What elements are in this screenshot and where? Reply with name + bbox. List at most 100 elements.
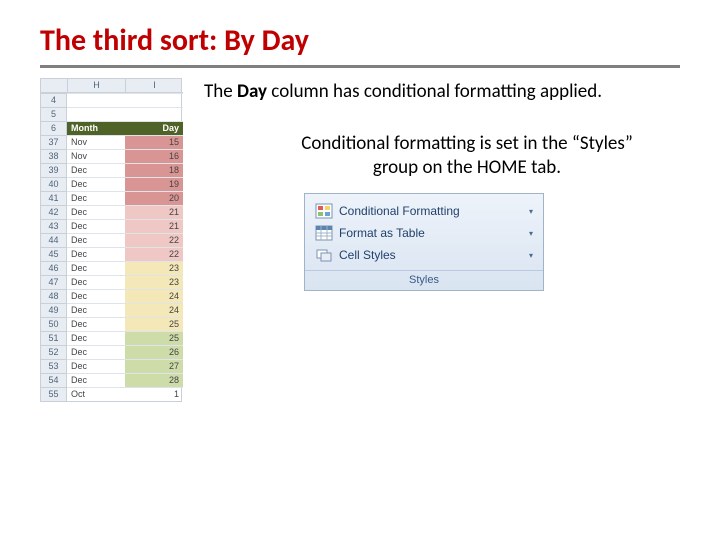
row-number: 49	[41, 303, 67, 317]
table-row: 40Dec19	[41, 177, 181, 191]
title-rule	[40, 65, 680, 68]
table-row: 45Dec22	[41, 247, 181, 261]
col-h: H	[67, 79, 125, 93]
cell-day	[125, 107, 183, 121]
table-row: 47Dec23	[41, 275, 181, 289]
cell-day: 26	[125, 345, 183, 359]
row-number: 41	[41, 191, 67, 205]
cell-day: Day	[125, 121, 183, 135]
row-number: 55	[41, 387, 67, 401]
table-row: 55Oct1	[41, 387, 181, 401]
cell-month: Dec	[67, 275, 125, 289]
table-row: 46Dec23	[41, 261, 181, 275]
cell-day: 15	[125, 135, 183, 149]
table-row: 51Dec25	[41, 331, 181, 345]
cell-month: Dec	[67, 233, 125, 247]
row-number: 52	[41, 345, 67, 359]
table-header-row: 6MonthDay	[41, 121, 181, 135]
row-number: 5	[41, 107, 67, 121]
cell-month: Month	[67, 121, 125, 135]
cell-styles-icon	[315, 247, 333, 263]
cell-month: Dec	[67, 177, 125, 191]
cell-month: Dec	[67, 163, 125, 177]
table-row: 44Dec22	[41, 233, 181, 247]
cell-month: Dec	[67, 247, 125, 261]
row-number: 43	[41, 219, 67, 233]
cell-day: 16	[125, 149, 183, 163]
cell-day: 1	[125, 387, 183, 401]
table-row: 54Dec28	[41, 373, 181, 387]
ribbon-item-label: Cell Styles	[339, 248, 523, 262]
table-row: 53Dec27	[41, 359, 181, 373]
row-number: 40	[41, 177, 67, 191]
cell-day: 21	[125, 219, 183, 233]
cell-day	[125, 93, 183, 107]
spreadsheet-snippet: H I 456MonthDay37Nov1538Nov1639Dec1840De…	[40, 78, 182, 402]
row-number: 6	[41, 121, 67, 135]
row-number: 45	[41, 247, 67, 261]
cell-month: Dec	[67, 345, 125, 359]
row-number: 50	[41, 317, 67, 331]
table-row: 5	[41, 107, 181, 121]
table-row: 4	[41, 93, 181, 107]
cell-day: 23	[125, 261, 183, 275]
row-number: 42	[41, 205, 67, 219]
conditional-formatting-icon	[315, 203, 333, 219]
table-row: 42Dec21	[41, 205, 181, 219]
row-number: 37	[41, 135, 67, 149]
cell-day: 20	[125, 191, 183, 205]
row-number: 46	[41, 261, 67, 275]
chevron-down-icon: ▾	[529, 207, 533, 216]
caption-1: The Day column has conditional formattin…	[204, 80, 680, 104]
col-i: I	[125, 79, 183, 93]
col-corner	[41, 79, 67, 93]
row-number: 39	[41, 163, 67, 177]
cell-day: 28	[125, 373, 183, 387]
cell-day: 22	[125, 233, 183, 247]
row-number: 44	[41, 233, 67, 247]
table-row: 37Nov15	[41, 135, 181, 149]
row-number: 54	[41, 373, 67, 387]
slide-title: The third sort: By Day	[40, 22, 680, 59]
row-number: 38	[41, 149, 67, 163]
cell-day: 24	[125, 289, 183, 303]
cell-day: 25	[125, 331, 183, 345]
table-row: 48Dec24	[41, 289, 181, 303]
cell-day: 27	[125, 359, 183, 373]
cell-month: Dec	[67, 331, 125, 345]
cell-month: Nov	[67, 135, 125, 149]
cell-month: Nov	[67, 149, 125, 163]
row-number: 47	[41, 275, 67, 289]
chevron-down-icon: ▾	[529, 229, 533, 238]
cell-month	[67, 93, 125, 107]
cell-month: Dec	[67, 303, 125, 317]
cell-month: Dec	[67, 317, 125, 331]
cell-month	[67, 107, 125, 121]
row-number: 53	[41, 359, 67, 373]
conditional-formatting-button[interactable]: Conditional Formatting ▾	[311, 200, 537, 222]
row-number: 48	[41, 289, 67, 303]
table-row: 52Dec26	[41, 345, 181, 359]
ribbon-item-label: Conditional Formatting	[339, 204, 523, 218]
table-row: 41Dec20	[41, 191, 181, 205]
cell-day: 19	[125, 177, 183, 191]
cell-day: 21	[125, 205, 183, 219]
row-number: 4	[41, 93, 67, 107]
cell-day: 18	[125, 163, 183, 177]
cell-month: Dec	[67, 373, 125, 387]
column-headers: H I	[41, 79, 181, 93]
format-as-table-button[interactable]: Format as Table ▾	[311, 222, 537, 244]
table-row: 49Dec24	[41, 303, 181, 317]
table-icon	[315, 225, 333, 241]
cell-month: Dec	[67, 289, 125, 303]
cell-month: Dec	[67, 191, 125, 205]
caption-2: Conditional formatting is set in the “St…	[204, 132, 680, 180]
table-row: 39Dec18	[41, 163, 181, 177]
cell-month: Dec	[67, 205, 125, 219]
cell-styles-button[interactable]: Cell Styles ▾	[311, 244, 537, 266]
ribbon-group-label: Styles	[305, 270, 543, 290]
cell-month: Dec	[67, 359, 125, 373]
styles-ribbon-group: Conditional Formatting ▾ Format as Table…	[304, 193, 544, 291]
table-row: 43Dec21	[41, 219, 181, 233]
cell-month: Dec	[67, 219, 125, 233]
